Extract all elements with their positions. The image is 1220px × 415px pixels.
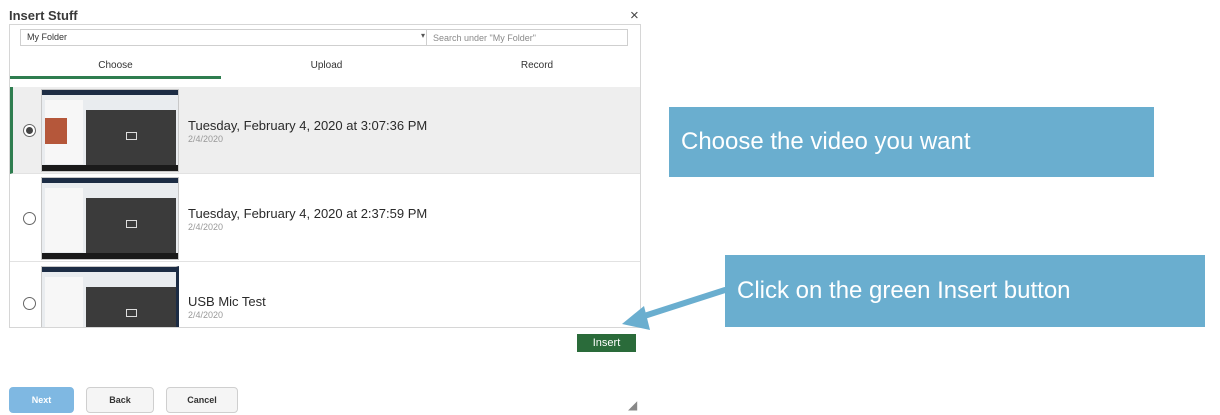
tab-choose[interactable]: Choose — [10, 55, 221, 79]
search-input[interactable] — [426, 29, 628, 46]
video-thumbnail — [41, 177, 179, 260]
recording-date: 2/4/2020 — [188, 134, 224, 144]
radio-selected[interactable] — [23, 124, 36, 137]
callout-choose-video: Choose the video you want — [669, 107, 1154, 177]
resize-grip-icon[interactable]: ◢ — [628, 398, 637, 412]
recording-list: Tuesday, February 4, 2020 at 3:07:36 PM … — [10, 87, 640, 327]
callout-insert-button: Click on the green Insert button — [725, 255, 1205, 327]
back-button[interactable]: Back — [86, 387, 154, 413]
radio-unselected[interactable] — [23, 297, 36, 310]
cancel-button[interactable]: Cancel — [166, 387, 238, 413]
close-icon[interactable]: × — [630, 7, 639, 24]
recording-title: USB Mic Test — [188, 294, 266, 309]
video-thumbnail — [41, 89, 179, 172]
radio-unselected[interactable] — [23, 212, 36, 225]
dialog-title: Insert Stuff — [9, 8, 78, 23]
recording-date: 2/4/2020 — [188, 222, 224, 232]
tab-record[interactable]: Record — [432, 55, 640, 79]
recording-title: Tuesday, February 4, 2020 at 3:07:36 PM — [188, 118, 428, 133]
chevron-down-icon: ▾ — [420, 31, 425, 40]
list-item[interactable]: Tuesday, February 4, 2020 at 2:37:59 PM … — [10, 175, 640, 262]
recording-title: Tuesday, February 4, 2020 at 2:37:59 PM — [188, 206, 428, 221]
folder-select-value: My Folder — [27, 32, 68, 42]
tab-bar: Choose Upload Record — [10, 55, 640, 79]
folder-select[interactable]: My Folder ▾ — [20, 29, 432, 46]
recording-date: 2/4/2020 — [188, 310, 224, 320]
tab-upload[interactable]: Upload — [221, 55, 432, 79]
list-item[interactable]: Tuesday, February 4, 2020 at 3:07:36 PM … — [10, 87, 640, 174]
list-item[interactable]: USB Mic Test 2/4/2020 — [10, 263, 640, 327]
arrow-icon — [622, 287, 728, 330]
insert-stuff-panel: My Folder ▾ Choose Upload Record Tuesday… — [9, 24, 641, 328]
video-thumbnail — [41, 266, 179, 327]
next-button[interactable]: Next — [9, 387, 74, 413]
